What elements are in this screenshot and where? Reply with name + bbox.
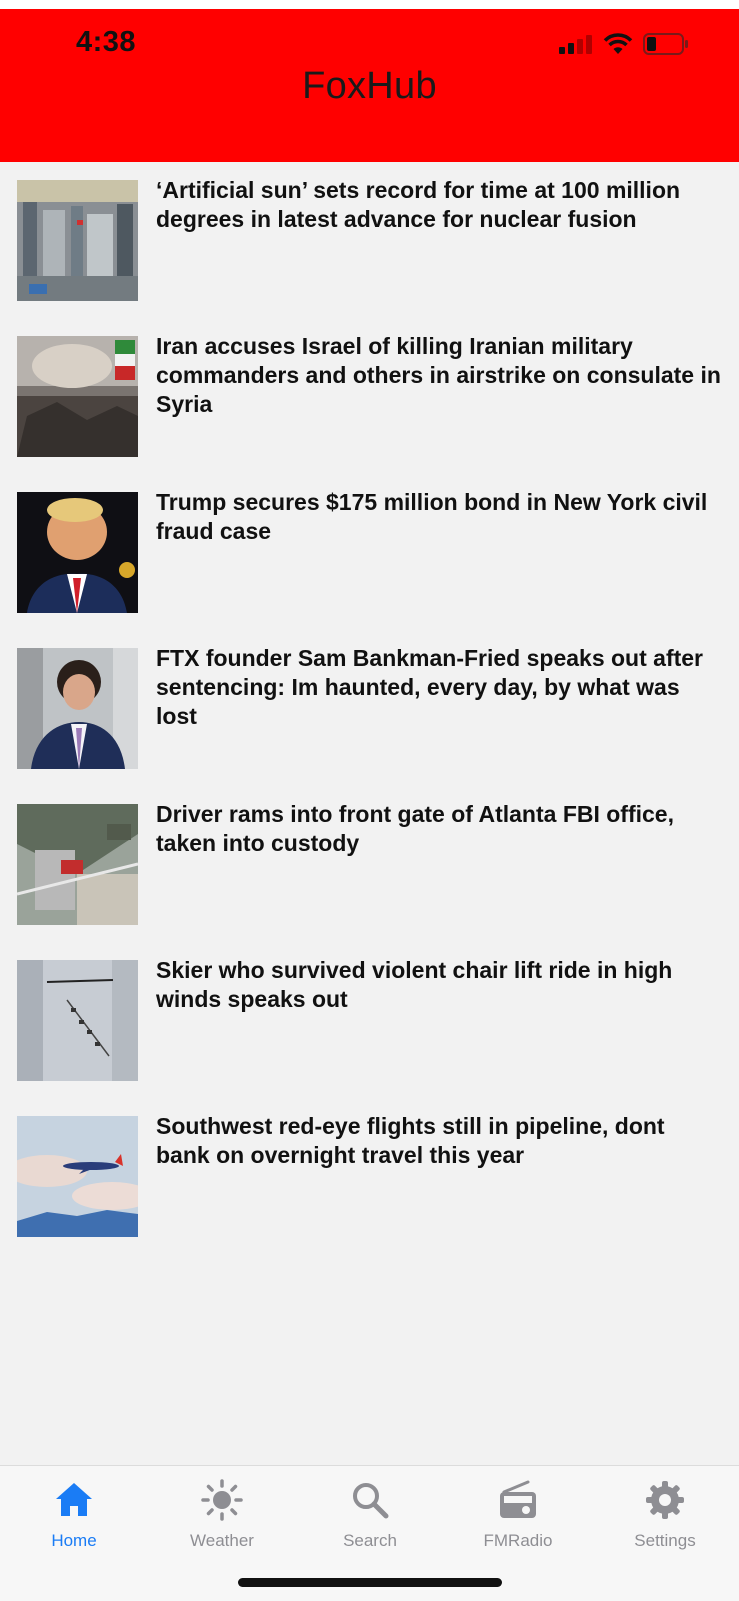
tab-label: FMRadio bbox=[483, 1531, 553, 1550]
app-title: FoxHub bbox=[302, 65, 437, 107]
news-item[interactable]: Southwest red-eye flights still in pipel… bbox=[0, 1098, 739, 1237]
tab-label: Home bbox=[51, 1531, 97, 1550]
fusion-reactor-photo bbox=[17, 180, 138, 301]
status-icons bbox=[559, 29, 689, 59]
news-thumbnail bbox=[17, 336, 138, 457]
tab-label: Settings bbox=[634, 1531, 696, 1550]
cellular-signal-icon bbox=[559, 35, 592, 54]
portrait-photo bbox=[17, 492, 138, 613]
news-headline: Southwest red-eye flights still in pipel… bbox=[156, 1113, 665, 1168]
tab-settings[interactable]: Settings bbox=[591, 1466, 739, 1566]
news-item[interactable]: Skier who survived violent chair lift ri… bbox=[0, 942, 739, 1081]
news-thumbnail bbox=[17, 1116, 138, 1237]
news-item[interactable]: FTX founder Sam Bankman-Fried speaks out… bbox=[0, 630, 739, 769]
aerial-photo bbox=[17, 804, 138, 925]
news-item[interactable]: Driver rams into front gate of Atlanta F… bbox=[0, 786, 739, 925]
airstrike-rubble-photo bbox=[17, 336, 138, 457]
radio-icon bbox=[500, 1480, 536, 1518]
news-item[interactable]: ‘Artificial sun’ sets record for time at… bbox=[0, 162, 739, 301]
news-headline: Skier who survived violent chair lift ri… bbox=[156, 957, 673, 1012]
tab-label: Search bbox=[343, 1531, 397, 1550]
news-thumbnail bbox=[17, 804, 138, 925]
news-headline: ‘Artificial sun’ sets record for time at… bbox=[156, 177, 681, 232]
magnifier-icon bbox=[353, 1483, 389, 1519]
app-header: 4:38 FoxHub bbox=[0, 9, 739, 162]
news-thumbnail bbox=[17, 648, 138, 769]
sun-icon bbox=[201, 1479, 243, 1521]
battery-icon bbox=[643, 33, 688, 55]
status-time: 4:38 bbox=[76, 26, 137, 58]
tab-search[interactable]: Search bbox=[296, 1466, 444, 1566]
news-item[interactable]: Iran accuses Israel of killing Iranian m… bbox=[0, 318, 739, 457]
tab-home[interactable]: Home bbox=[0, 1466, 148, 1566]
news-thumbnail bbox=[17, 180, 138, 301]
news-headline: Driver rams into front gate of Atlanta F… bbox=[156, 801, 674, 856]
top-edge bbox=[0, 0, 739, 9]
news-headline: Iran accuses Israel of killing Iranian m… bbox=[156, 333, 721, 417]
tab-label: Weather bbox=[190, 1531, 254, 1550]
gear-icon bbox=[646, 1481, 684, 1519]
news-thumbnail bbox=[17, 492, 138, 613]
news-headline: FTX founder Sam Bankman-Fried speaks out… bbox=[156, 645, 704, 729]
wifi-icon bbox=[603, 33, 633, 54]
portrait-photo bbox=[17, 648, 138, 769]
chairlift-photo bbox=[17, 960, 138, 1081]
tab-fmradio[interactable]: FMRadio bbox=[444, 1466, 592, 1566]
tab-weather[interactable]: Weather bbox=[148, 1466, 296, 1566]
airplane-photo bbox=[17, 1116, 138, 1237]
news-thumbnail bbox=[17, 960, 138, 1081]
house-icon bbox=[56, 1483, 92, 1516]
news-item[interactable]: Trump secures $175 million bond in New Y… bbox=[0, 474, 739, 613]
home-indicator bbox=[238, 1578, 502, 1587]
news-headline: Trump secures $175 million bond in New Y… bbox=[156, 489, 708, 544]
